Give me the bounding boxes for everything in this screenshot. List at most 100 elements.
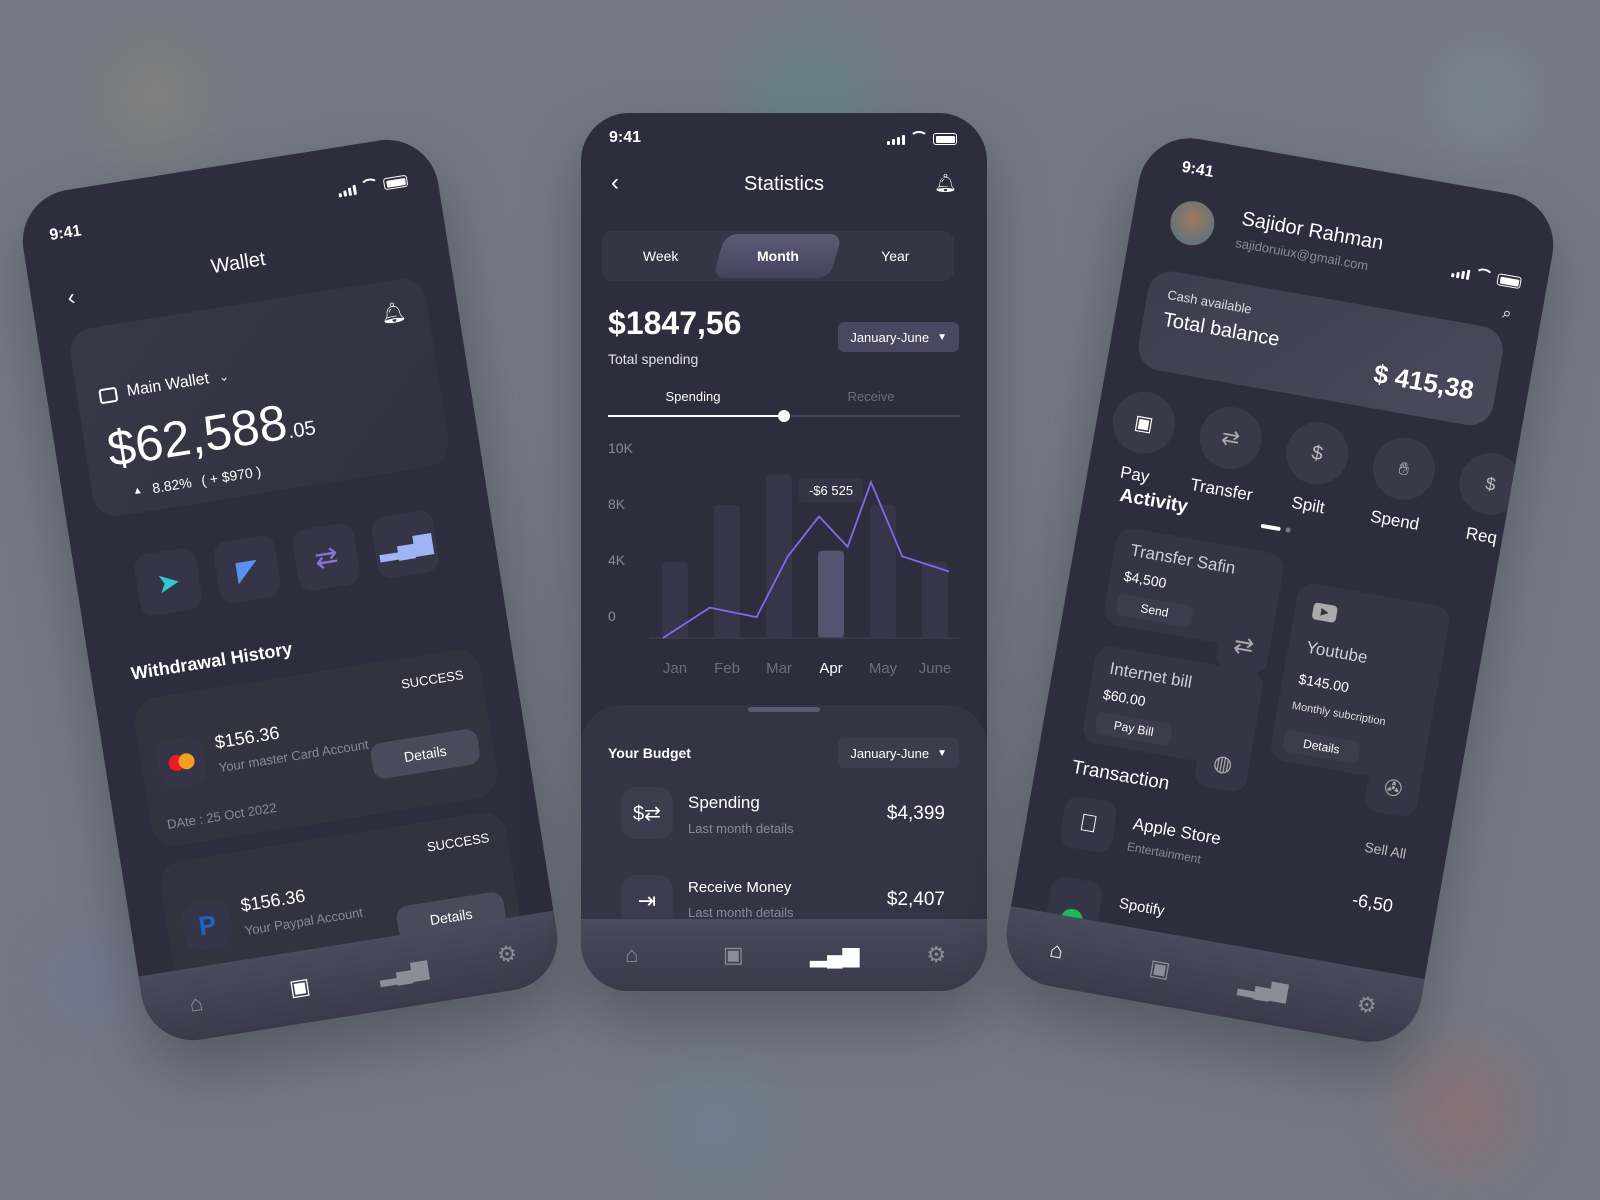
status-time: 9:41 <box>609 129 642 146</box>
action-spend[interactable]: ✋︎ Spend <box>1361 432 1442 536</box>
withdrawal-date: DAte : 25 Oct 2022 <box>166 799 278 833</box>
signal-icon <box>1450 267 1471 281</box>
apple-icon:  <box>1058 794 1119 855</box>
toggle-spending[interactable]: Spending <box>608 389 778 404</box>
wallet-selector-label: Main Wallet <box>125 370 211 400</box>
wallet-icon[interactable]: ▣ <box>285 972 315 1002</box>
budget-item-subtitle: Last month details <box>688 821 794 836</box>
bg-glow <box>1430 40 1540 150</box>
details-button[interactable]: Details <box>1282 729 1361 765</box>
balance-amount: $ 415,38 <box>1371 358 1477 406</box>
pay-bill-button[interactable]: Pay Bill <box>1094 711 1174 747</box>
budget-dropdown-label: January-June <box>850 745 930 761</box>
section-title: Withdrawal History <box>129 638 294 684</box>
wifi-icon <box>1473 267 1494 285</box>
paper-plane-icon[interactable]: ➤ <box>132 546 204 618</box>
wallet-icon[interactable]: ▣ <box>1145 954 1175 984</box>
wallet-icon: ▣ <box>1108 386 1180 459</box>
wallet-icon[interactable]: ▣ <box>720 942 746 968</box>
balance-main: $62,588 <box>103 393 291 478</box>
action-label: Spend <box>1368 506 1421 535</box>
x-tick-label[interactable]: Mar <box>766 660 792 677</box>
wifi-icon <box>359 177 380 194</box>
activity-title: Internet bill <box>1108 658 1194 692</box>
bar-apr[interactable] <box>818 550 844 638</box>
quick-actions: ➤ ◤ ⇄ ▂▄▆ <box>132 508 441 618</box>
x-tick-label[interactable]: Feb <box>714 660 740 677</box>
settings-icon[interactable]: ⚙ <box>923 942 949 968</box>
tab-week[interactable]: Week <box>602 248 719 264</box>
globe-icon[interactable]: ◍ <box>1192 733 1254 794</box>
home-icon[interactable]: ⌂ <box>619 942 645 968</box>
action-label: Spilt <box>1290 492 1327 518</box>
chart-icon[interactable]: ▂▄▆ <box>369 508 441 580</box>
bell-icon[interactable]: 🔔︎ <box>934 173 957 194</box>
paypal-logo: P <box>179 897 235 953</box>
budget-item-subtitle: Last month details <box>688 905 794 920</box>
mastercard-logo <box>154 734 210 790</box>
page-title: Statistics <box>743 173 825 195</box>
bell-icon[interactable]: 🔔︎ <box>379 299 408 328</box>
x-tick-label[interactable]: Jan <box>663 660 687 677</box>
activity-youtube: ▶ Youtube $145.00 Monthly subcription De… <box>1268 581 1452 786</box>
budget-item-amount: $2,407 <box>886 889 945 910</box>
statistics-icon[interactable]: ▂▄▆ <box>377 954 430 986</box>
action-split[interactable]: $ Spilt <box>1274 417 1355 521</box>
spending-line <box>662 479 950 639</box>
x-tick-label[interactable]: June <box>919 660 952 677</box>
bar-june[interactable] <box>922 562 948 638</box>
activity-amount: $145.00 <box>1297 670 1351 696</box>
send-icon[interactable]: ◤ <box>211 533 283 605</box>
transfer-icon: ⇄ <box>1194 402 1267 475</box>
status-icons <box>337 173 409 198</box>
tab-month[interactable]: Month <box>713 234 843 278</box>
signal-icon <box>887 135 905 145</box>
y-tick-label: 0 <box>608 608 616 624</box>
activity-amount: $60.00 <box>1101 686 1147 710</box>
bar-feb[interactable] <box>714 505 740 638</box>
statistics-icon[interactable]: ▂▄▆ <box>810 942 859 968</box>
wallet-selector[interactable]: Main Wallet ⌄ <box>98 367 230 405</box>
action-pay[interactable]: ▣ Pay <box>1101 386 1182 491</box>
wallet-icon <box>98 386 119 404</box>
toggle-handle[interactable] <box>778 410 790 422</box>
bar-jan[interactable] <box>662 562 688 638</box>
home-icon[interactable]: ⌂ <box>181 989 211 1019</box>
bg-glow <box>660 1070 770 1180</box>
sheet-handle[interactable] <box>748 707 820 712</box>
action-request[interactable]: $ Req <box>1447 448 1528 552</box>
bottom-nav: ⌂ ▣ ▂▄▆ ⚙ <box>581 919 987 991</box>
withdrawal-amount: $156.36 <box>213 722 281 753</box>
period-tabs: Week Month Year <box>602 231 954 281</box>
search-icon[interactable]: ⌕ <box>1501 305 1513 324</box>
range-dropdown[interactable]: January-June ▼ <box>838 322 959 352</box>
budget-item[interactable]: $⇄ Spending Last month details $4,399 <box>621 787 947 847</box>
budget-item-title: Receive Money <box>688 879 792 896</box>
change-percent: 8.82% <box>151 474 193 497</box>
film-reel-icon[interactable]: ✇ <box>1363 758 1424 819</box>
activity-title: Youtube <box>1304 637 1370 668</box>
toggle-fill <box>608 415 784 417</box>
change-amount: ( + $970 ) <box>200 463 263 489</box>
action-transfer[interactable]: ⇄ Transfer <box>1187 402 1268 506</box>
tab-month-label: Month <box>757 248 799 264</box>
y-tick-label: 10K <box>608 440 634 456</box>
pager-dots[interactable] <box>1260 523 1291 533</box>
home-icon[interactable]: ⌂ <box>1041 936 1071 966</box>
settings-icon[interactable]: ⚙ <box>1352 990 1382 1020</box>
x-tick-label[interactable]: Apr <box>819 660 842 677</box>
bar-may[interactable] <box>870 505 896 638</box>
statistics-icon[interactable]: ▂▄▆ <box>1237 970 1290 1003</box>
exchange-icon[interactable]: ⇄ <box>290 521 362 593</box>
avatar[interactable] <box>1166 197 1218 249</box>
tab-year[interactable]: Year <box>837 248 954 264</box>
details-button[interactable]: Details <box>369 727 482 781</box>
bg-glow <box>40 930 140 1030</box>
budget-item-amount: $4,399 <box>886 803 945 824</box>
toggle-receive[interactable]: Receive <box>781 389 961 404</box>
settings-icon[interactable]: ⚙ <box>492 940 522 970</box>
send-button[interactable]: Send <box>1115 593 1194 628</box>
caret-down-icon: ▼ <box>937 747 947 759</box>
budget-dropdown[interactable]: January-June ▼ <box>838 738 959 768</box>
x-tick-label[interactable]: May <box>869 660 898 677</box>
